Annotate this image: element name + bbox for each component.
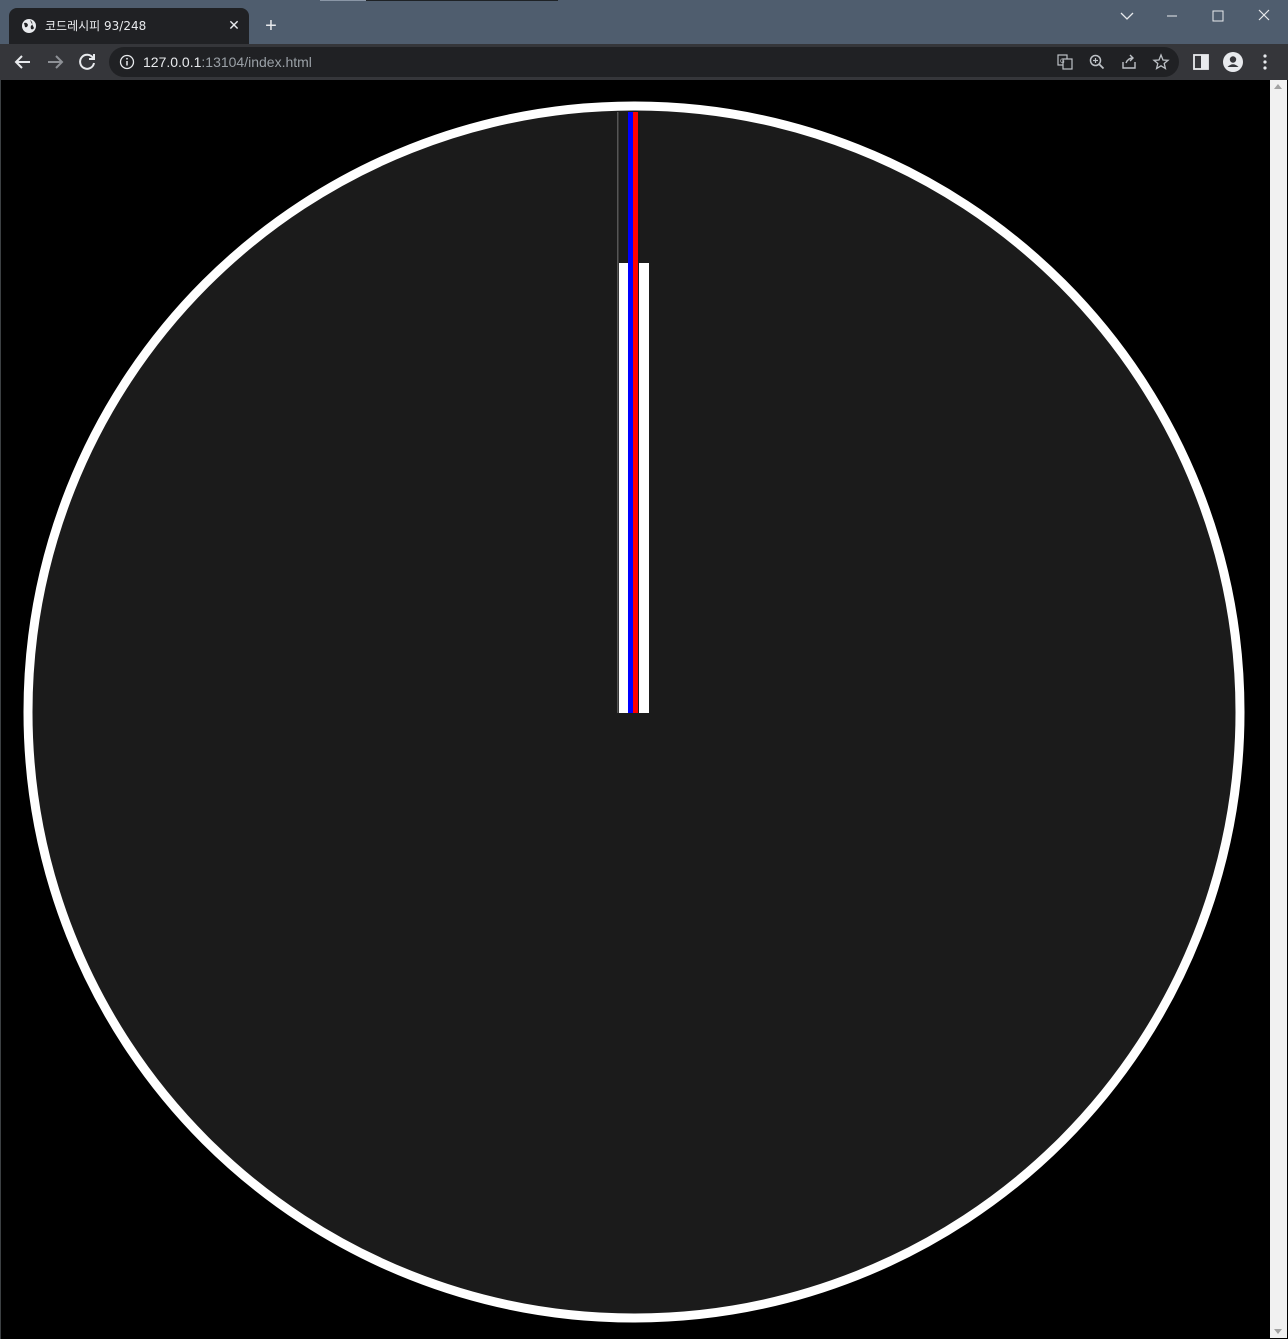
scroll-down-arrow-icon[interactable] <box>1274 1329 1282 1334</box>
bookmark-star-icon[interactable] <box>1151 52 1171 72</box>
site-info-icon[interactable] <box>119 54 135 70</box>
address-bar[interactable]: 127.0.0.1:13104/index.html G <box>109 47 1179 77</box>
scroll-up-arrow-icon[interactable] <box>1274 84 1282 89</box>
window-close-icon[interactable] <box>1249 4 1279 28</box>
second-hand <box>633 112 638 713</box>
profile-avatar-icon[interactable] <box>1221 50 1245 74</box>
svg-text:G: G <box>1060 58 1065 65</box>
reload-icon[interactable] <box>75 50 99 74</box>
clock <box>23 101 1245 1323</box>
page-viewport <box>1 80 1269 1338</box>
browser-toolbar: 127.0.0.1:13104/index.html G <box>0 44 1288 80</box>
tab-title: 코드레시피 93/248 <box>45 19 147 33</box>
tab-search-chevron-icon[interactable] <box>1112 4 1142 28</box>
title-bar-accent-dark <box>366 0 558 1</box>
minute-hand <box>628 112 633 713</box>
minimize-icon[interactable] <box>1157 4 1187 28</box>
more-menu-icon[interactable] <box>1253 50 1277 74</box>
translate-icon[interactable]: G <box>1055 52 1075 72</box>
tab-close-icon[interactable]: ✕ <box>225 16 243 34</box>
maximize-icon[interactable] <box>1203 4 1233 28</box>
globe-icon <box>22 19 36 33</box>
title-bar: 코드레시피 93/248 ✕ + <box>0 0 1288 44</box>
url-path: :13104/index.html <box>201 54 312 70</box>
browser-window: 코드레시피 93/248 ✕ + 127.0.0.1:13104/index.h… <box>0 0 1288 1339</box>
side-panel-icon[interactable] <box>1189 50 1213 74</box>
vertical-scrollbar[interactable] <box>1270 80 1287 1338</box>
thin-hand <box>617 112 619 713</box>
browser-tab[interactable]: 코드레시피 93/248 ✕ <box>9 8 249 44</box>
new-tab-button[interactable]: + <box>260 15 282 37</box>
forward-arrow-icon[interactable] <box>43 50 67 74</box>
title-bar-accent <box>320 0 366 1</box>
url-host: 127.0.0.1 <box>143 54 202 70</box>
zoom-icon[interactable] <box>1087 52 1107 72</box>
url-text[interactable]: 127.0.0.1:13104/index.html <box>143 54 312 70</box>
share-icon[interactable] <box>1119 52 1139 72</box>
back-arrow-icon[interactable] <box>11 50 35 74</box>
